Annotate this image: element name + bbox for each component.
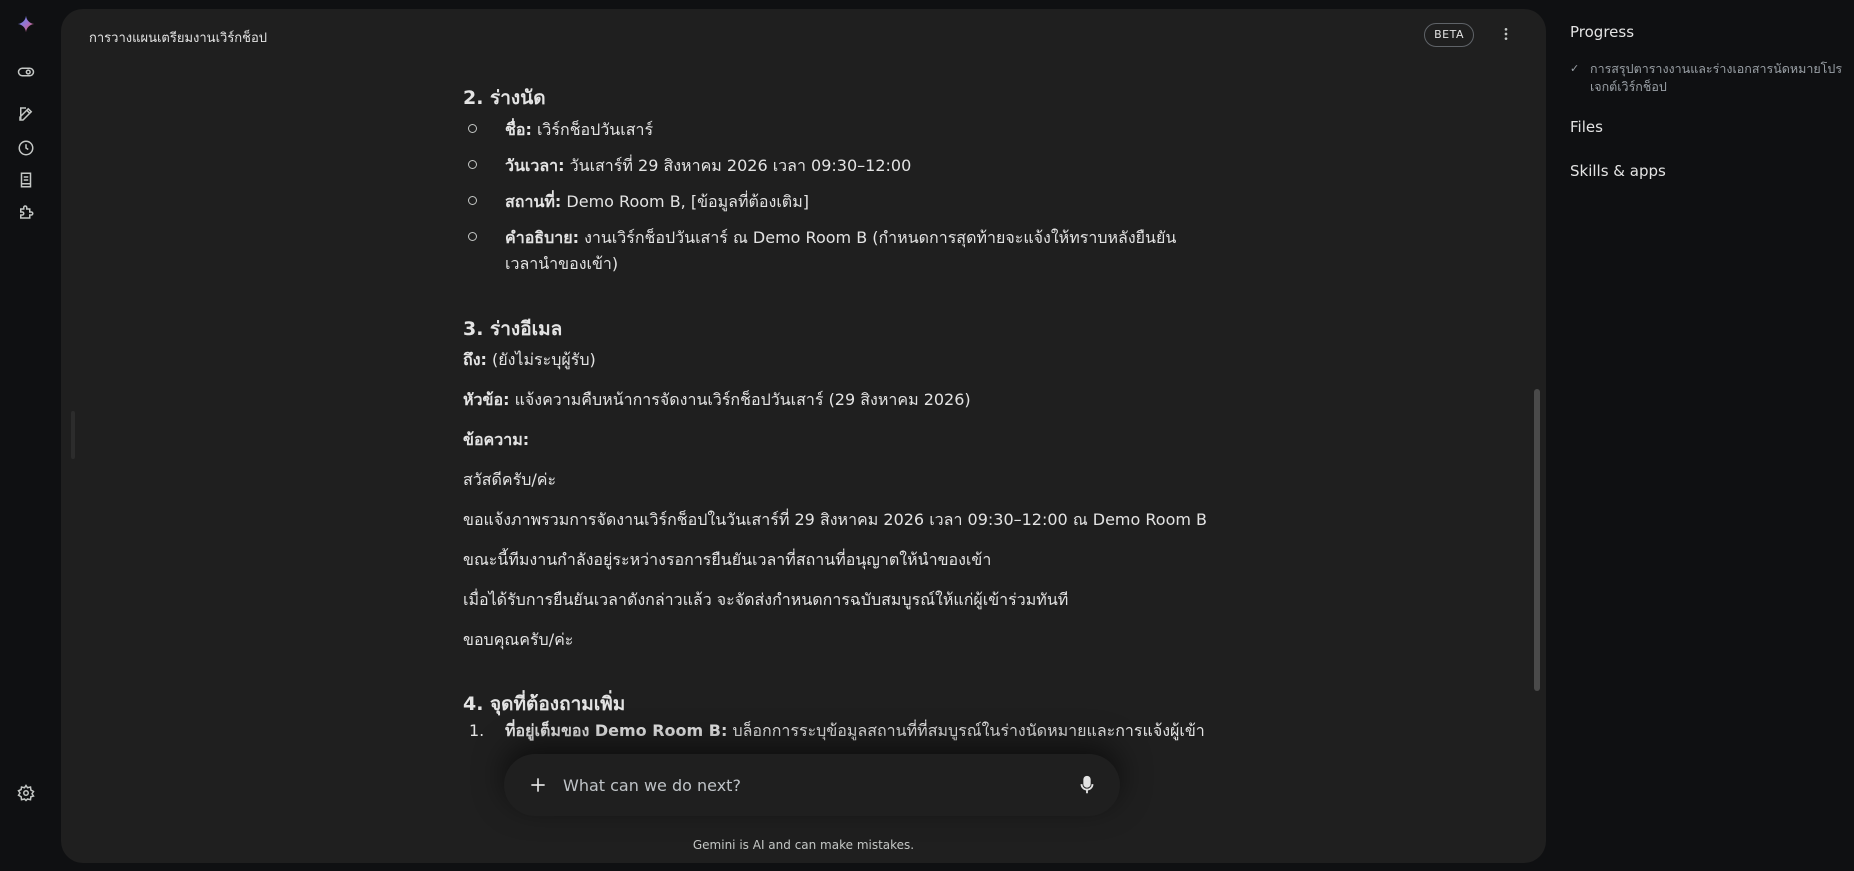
email-subject: หัวข้อ: แจ้งความคืบหน้าการจัดงานเวิร์กช็…	[463, 390, 971, 409]
check-icon: ✓	[1570, 62, 1580, 75]
bullet-icon	[468, 232, 477, 241]
email-to: ถึง: (ยังไม่ระบุผู้รับ)	[463, 350, 596, 369]
beta-badge: BETA	[1424, 23, 1474, 47]
more-options-icon[interactable]	[1496, 24, 1516, 44]
history-icon[interactable]	[14, 136, 38, 160]
email-message-label: ข้อความ:	[463, 430, 530, 449]
progress-heading[interactable]: Progress	[1570, 23, 1634, 41]
notebook-icon[interactable]	[14, 168, 38, 192]
section-heading: 2. ร่างนัด	[463, 87, 546, 109]
gemini-logo-icon[interactable]	[14, 12, 38, 36]
section-heading: 3. ร่างอีเมล	[463, 318, 563, 340]
email-closing: ขอบคุณครับ/ค่ะ	[463, 630, 574, 649]
new-chat-icon[interactable]	[14, 102, 38, 126]
prompt-box	[504, 754, 1120, 816]
bullet-icon	[468, 196, 477, 205]
bullet-icon	[468, 124, 477, 133]
chat-title[interactable]: การวางแผนเตรียมงานเวิร์กช็อป	[89, 27, 267, 48]
files-heading[interactable]: Files	[1570, 118, 1603, 136]
bullet-icon	[468, 160, 477, 169]
email-line: ขอแจ้งภาพรวมการจัดงานเวิร์กช็อปในวันเสาร…	[463, 510, 1207, 529]
add-icon[interactable]	[528, 775, 548, 795]
skills-apps-heading[interactable]: Skills & apps	[1570, 162, 1666, 180]
toggle-icon[interactable]	[14, 60, 38, 84]
prompt-input[interactable]	[561, 772, 1045, 798]
email-greeting: สวัสดีครับ/ค่ะ	[463, 470, 557, 489]
settings-icon[interactable]	[14, 781, 38, 805]
email-line: เมื่อได้รับการยืนยันเวลาดังกล่าวแล้ว จะจ…	[463, 590, 1069, 609]
list-number: 1.	[469, 721, 485, 740]
progress-item: การสรุปตารางงานและร่างเอกสารนัดหมายโปรเจ…	[1590, 61, 1843, 94]
scrollbar[interactable]	[1534, 389, 1540, 691]
disclaimer: Gemini is AI and can make mistakes.	[692, 838, 915, 852]
email-line: ขณะนี้ทีมงานกำลังอยู่ระหว่างรอการยืนยันเ…	[463, 550, 992, 569]
side-panel: Progress ✓ การสรุปตารางงานและร่างเอกสารน…	[1570, 0, 1854, 871]
extensions-icon[interactable]	[14, 200, 38, 224]
chat-header: การวางแผนเตรียมงานเวิร์กช็อป BETA	[61, 9, 1546, 61]
resize-handle[interactable]	[71, 411, 75, 459]
chat-panel: การวางแผนเตรียมงานเวิร์กช็อป BETA 2. ร่า…	[61, 9, 1546, 863]
section-heading: 4. จุดที่ต้องถามเพิ่ม	[463, 693, 626, 715]
left-rail	[0, 0, 52, 871]
microphone-icon[interactable]	[1076, 773, 1098, 797]
